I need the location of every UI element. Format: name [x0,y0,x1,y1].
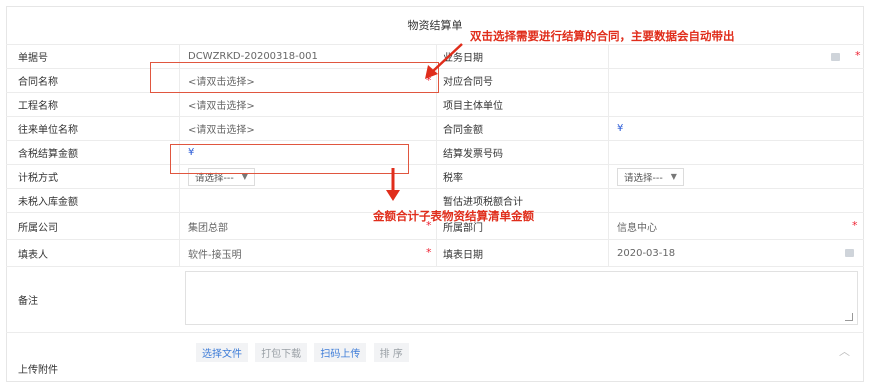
label-fill-date: 填表日期 [436,240,608,266]
tax-rate-cell: 请选择--- ▼ [608,165,864,188]
form-row: 计税方式 请选择--- ▼ 税率 请选择--- ▼ [6,164,864,188]
contract-no-value [608,69,864,92]
label-project-unit: 项目主体单位 [436,93,608,116]
attachment-toolbar: 选择文件 打包下载 扫码上传 排 序 [196,343,413,362]
label-business-date: 业务日期 [436,45,608,68]
chevron-up-icon[interactable]: ︿ [839,343,850,359]
resize-handle-icon[interactable] [845,313,853,321]
attachment-row: 上传附件 选择文件 打包下载 扫码上传 排 序 ︿ [6,332,864,382]
business-date-field[interactable]: * [608,45,864,68]
label-company: 所属公司 [18,222,58,234]
label-untaxed-amount: 未税入库金额 [18,197,78,208]
remark-row: 备注 [6,266,864,332]
remark-textarea[interactable] [185,271,858,325]
label-tax-method: 计税方式 [18,173,58,184]
tax-rate-selected: 请选择--- [624,172,663,184]
filler-field[interactable]: 软件-接玉明 [179,240,436,266]
est-input-tax-value [608,189,864,212]
form-row: 往来单位名称 <请双击选择> 合同金额 ¥ [6,116,864,140]
required-mark: * [855,49,861,62]
annotation-top: 双击选择需要进行结算的合同，主要数据会自动带出 [470,29,735,43]
fill-date-value: 2020-03-18 [617,247,676,259]
highlight-amount-box [170,144,409,174]
chevron-down-icon: ▼ [670,172,677,181]
label-tax-rate: 税率 [436,165,608,188]
choose-file-button[interactable]: 选择文件 [196,343,248,362]
label-contract-no: 对应合同号 [436,69,608,92]
partner-name-field[interactable]: <请双击选择> [179,117,436,140]
sort-button[interactable]: 排 序 [373,343,409,362]
label-invoice-no: 结算发票号码 [436,141,608,164]
calendar-icon[interactable] [831,53,840,61]
highlight-contract-box [150,62,439,93]
form-row: 填表人 软件-接玉明 * 填表日期 2020-03-18 [6,239,864,266]
department-field[interactable]: 信息中心 [608,213,864,239]
form-row: 含税结算金额 ¥ 结算发票号码 [6,140,864,164]
form-row: 工程名称 <请双击选择> 项目主体单位 [6,92,864,116]
label-attachment: 上传附件 [18,364,58,376]
pack-download-button[interactable]: 打包下载 [255,343,308,362]
required-mark: * [852,219,858,232]
annotation-bottom: 金额合计子表物资结算清单金额 [373,209,534,223]
calendar-icon[interactable] [845,249,854,257]
project-unit-value [608,93,864,116]
tax-rate-select[interactable]: 请选择--- ▼ [617,167,684,186]
label-filler: 填表人 [18,249,48,261]
scan-upload-button[interactable]: 扫码上传 [314,343,367,362]
fill-date-field[interactable]: 2020-03-18 [608,240,864,266]
label-partner-name: 往来单位名称 [18,125,78,136]
contract-amount-value: ¥ [608,117,864,140]
required-mark: * [426,246,432,259]
project-name-field[interactable]: <请双击选择> [179,93,436,116]
label-contract-amount: 合同金额 [436,117,608,140]
invoice-no-field[interactable] [608,141,864,164]
label-project-name: 工程名称 [18,101,58,112]
label-tax-settle-amount: 含税结算金额 [18,149,78,160]
label-remark: 备注 [18,296,38,307]
